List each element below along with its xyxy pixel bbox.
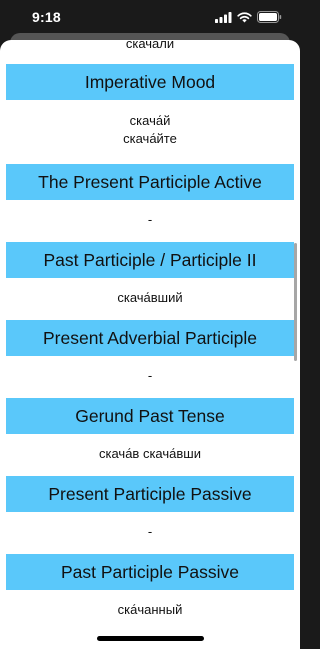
section-header-past-participle: Past Participle / Participle II: [6, 242, 294, 278]
section-value-line: скача́й: [129, 113, 171, 128]
section-value-past-participle-passive: ска́чанный: [117, 602, 183, 617]
section-value-gerund-past-tense: скача́в скача́вши: [99, 446, 201, 461]
battery-icon: [257, 11, 282, 23]
scroll-indicator[interactable]: [294, 243, 297, 361]
section-header-present-participle-active: The Present Participle Active: [6, 164, 294, 200]
home-indicator[interactable]: [97, 636, 204, 641]
section-value-present-participle-passive: -: [147, 524, 153, 539]
status-bar: 9:18: [0, 0, 300, 34]
section-header-past-participle-passive: Past Participle Passive: [6, 554, 294, 590]
section-value-line: скача́йте: [123, 131, 177, 146]
section-header-gerund-past-tense: Gerund Past Tense: [6, 398, 294, 434]
section-header-present-adverbial-participle: Present Adverbial Participle: [6, 320, 294, 356]
section-header-present-participle-passive: Present Participle Passive: [6, 476, 294, 512]
section-value-past-participle: скача́вший: [117, 290, 183, 305]
section-value-present-participle-active: -: [147, 212, 153, 227]
partial-top-value: скачали: [125, 40, 175, 51]
cellular-signal-icon: [215, 11, 232, 23]
conjugation-sheet[interactable]: скачали Imperative Mood скача́й скача́йт…: [0, 40, 300, 649]
status-time: 9:18: [32, 9, 61, 25]
section-value-present-adverbial-participle: -: [147, 368, 153, 383]
wifi-icon: [237, 11, 252, 22]
section-value-imperative-mood: скача́й скача́йте: [6, 112, 294, 148]
section-header-imperative-mood: Imperative Mood: [6, 64, 294, 100]
status-icons: [215, 11, 282, 23]
